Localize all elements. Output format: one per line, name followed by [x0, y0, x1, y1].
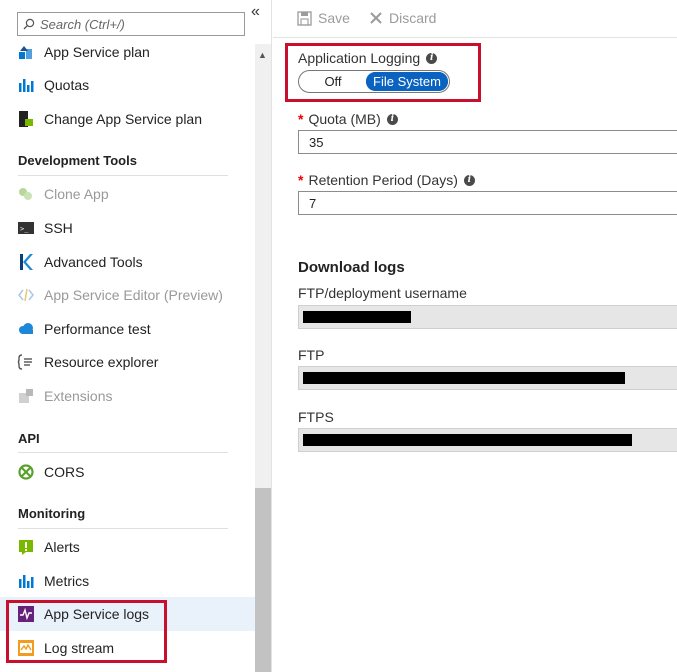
menu-item-label: Clone App [44, 186, 109, 202]
section-title-development-tools: Development Tools [18, 153, 137, 168]
menu-item-label: Quotas [44, 77, 90, 93]
section-divider [18, 175, 228, 176]
search-icon [18, 18, 40, 30]
menu-item-label: Advanced Tools [44, 254, 143, 270]
menu-item-quotas[interactable]: Quotas [0, 68, 255, 102]
menu-item-metrics[interactable]: Metrics [0, 564, 255, 598]
menu-item-label: SSH [44, 220, 73, 236]
menu-item-label: Resource explorer [44, 354, 159, 370]
section-title-monitoring: Monitoring [18, 506, 86, 521]
menu-item-cors[interactable]: CORS [0, 455, 255, 489]
menu-item-label: CORS [44, 464, 85, 480]
menu-item-clone-app[interactable]: Clone App [0, 177, 255, 211]
highlight-box-application-logging [285, 43, 481, 102]
search-input[interactable] [40, 16, 236, 32]
quota-label-text: Quota (MB) [308, 111, 381, 127]
quota-value: 35 [309, 134, 324, 150]
discard-button[interactable]: Discard [369, 10, 436, 26]
menu-scrollbar[interactable]: ▲ [255, 44, 271, 672]
info-icon[interactable]: i [463, 174, 475, 186]
discard-label: Discard [389, 10, 437, 26]
ssh-terminal-icon: >_ [17, 219, 35, 237]
extensions-icon [17, 387, 35, 405]
ftps-label-text: FTPS [298, 409, 334, 425]
collapse-menu-icon[interactable]: « [251, 4, 260, 20]
alert-icon [17, 538, 35, 556]
save-icon [297, 10, 312, 26]
ftp-username-field[interactable] [298, 305, 677, 329]
menu-item-extensions[interactable]: Extensions [0, 379, 255, 413]
retention-value: 7 [309, 195, 317, 211]
quotas-icon [17, 76, 35, 94]
retention-label: * Retention Period (Days) i [298, 172, 475, 188]
menu-item-performance-test[interactable]: Performance test [0, 312, 255, 346]
required-marker: * [298, 172, 304, 188]
menu-item-label: Alerts [44, 539, 80, 555]
kudu-icon [17, 253, 35, 271]
change-plan-icon [17, 110, 35, 128]
save-button[interactable]: Save [297, 10, 350, 26]
command-bar: Save Discard [273, 0, 677, 38]
clone-app-icon [17, 185, 35, 203]
code-editor-icon [17, 286, 35, 304]
menu-item-advanced-tools[interactable]: Advanced Tools [0, 245, 255, 279]
menu-item-label: App Service plan [44, 44, 150, 60]
menu-search-box[interactable] [17, 12, 245, 36]
app-service-logs-blade: Save Discard Application Logging i Off F… [273, 0, 677, 672]
ftp-username-label-text: FTP/deployment username [298, 285, 467, 301]
section-divider [18, 528, 228, 529]
menu-item-alerts[interactable]: Alerts [0, 530, 255, 564]
redaction-bar [303, 372, 625, 384]
menu-item-label: Change App Service plan [44, 111, 202, 127]
save-label: Save [318, 10, 350, 26]
metrics-icon [17, 572, 35, 590]
cors-icon [17, 463, 35, 481]
resource-menu: « App Service plan Quotas Change App Ser… [0, 0, 272, 672]
discard-icon [369, 11, 383, 25]
ftp-label: FTP [298, 347, 324, 363]
ftp-label-text: FTP [298, 347, 325, 363]
quota-input[interactable]: 35 [298, 130, 677, 154]
menu-item-change-app-service-plan[interactable]: Change App Service plan [0, 102, 255, 136]
download-logs-heading: Download logs [298, 259, 405, 276]
menu-item-resource-explorer[interactable]: Resource explorer [0, 345, 255, 379]
ftps-label: FTPS [298, 409, 334, 425]
menu-item-label: App Service Editor (Preview) [44, 287, 223, 303]
section-title-api: API [18, 431, 40, 446]
svg-text:>_: >_ [20, 225, 29, 233]
menu-item-app-service-editor[interactable]: App Service Editor (Preview) [0, 278, 255, 312]
retention-input[interactable]: 7 [298, 191, 677, 215]
resource-explorer-icon [17, 353, 35, 371]
ftp-url-field[interactable] [298, 366, 677, 390]
menu-item-ssh[interactable]: >_ SSH [0, 211, 255, 245]
info-icon[interactable]: i [386, 113, 398, 125]
ftps-url-field[interactable] [298, 428, 677, 452]
menu-item-label: Extensions [44, 388, 113, 404]
redaction-bar [303, 311, 411, 323]
scrollbar-thumb[interactable] [255, 488, 271, 672]
menu-item-label: Metrics [44, 573, 90, 589]
redaction-bar [303, 434, 632, 446]
required-marker: * [298, 111, 304, 127]
scroll-up-icon[interactable]: ▲ [258, 50, 267, 60]
cloud-icon [17, 320, 35, 338]
ftp-username-label: FTP/deployment username [298, 285, 467, 301]
menu-item-label: Performance test [44, 321, 151, 337]
app-service-plan-icon [17, 43, 35, 61]
section-divider [18, 452, 228, 453]
retention-label-text: Retention Period (Days) [308, 172, 458, 188]
highlight-box-monitoring-items [6, 600, 167, 663]
menu-item-app-service-plan[interactable]: App Service plan [0, 35, 255, 69]
quota-label: * Quota (MB) i [298, 111, 398, 127]
